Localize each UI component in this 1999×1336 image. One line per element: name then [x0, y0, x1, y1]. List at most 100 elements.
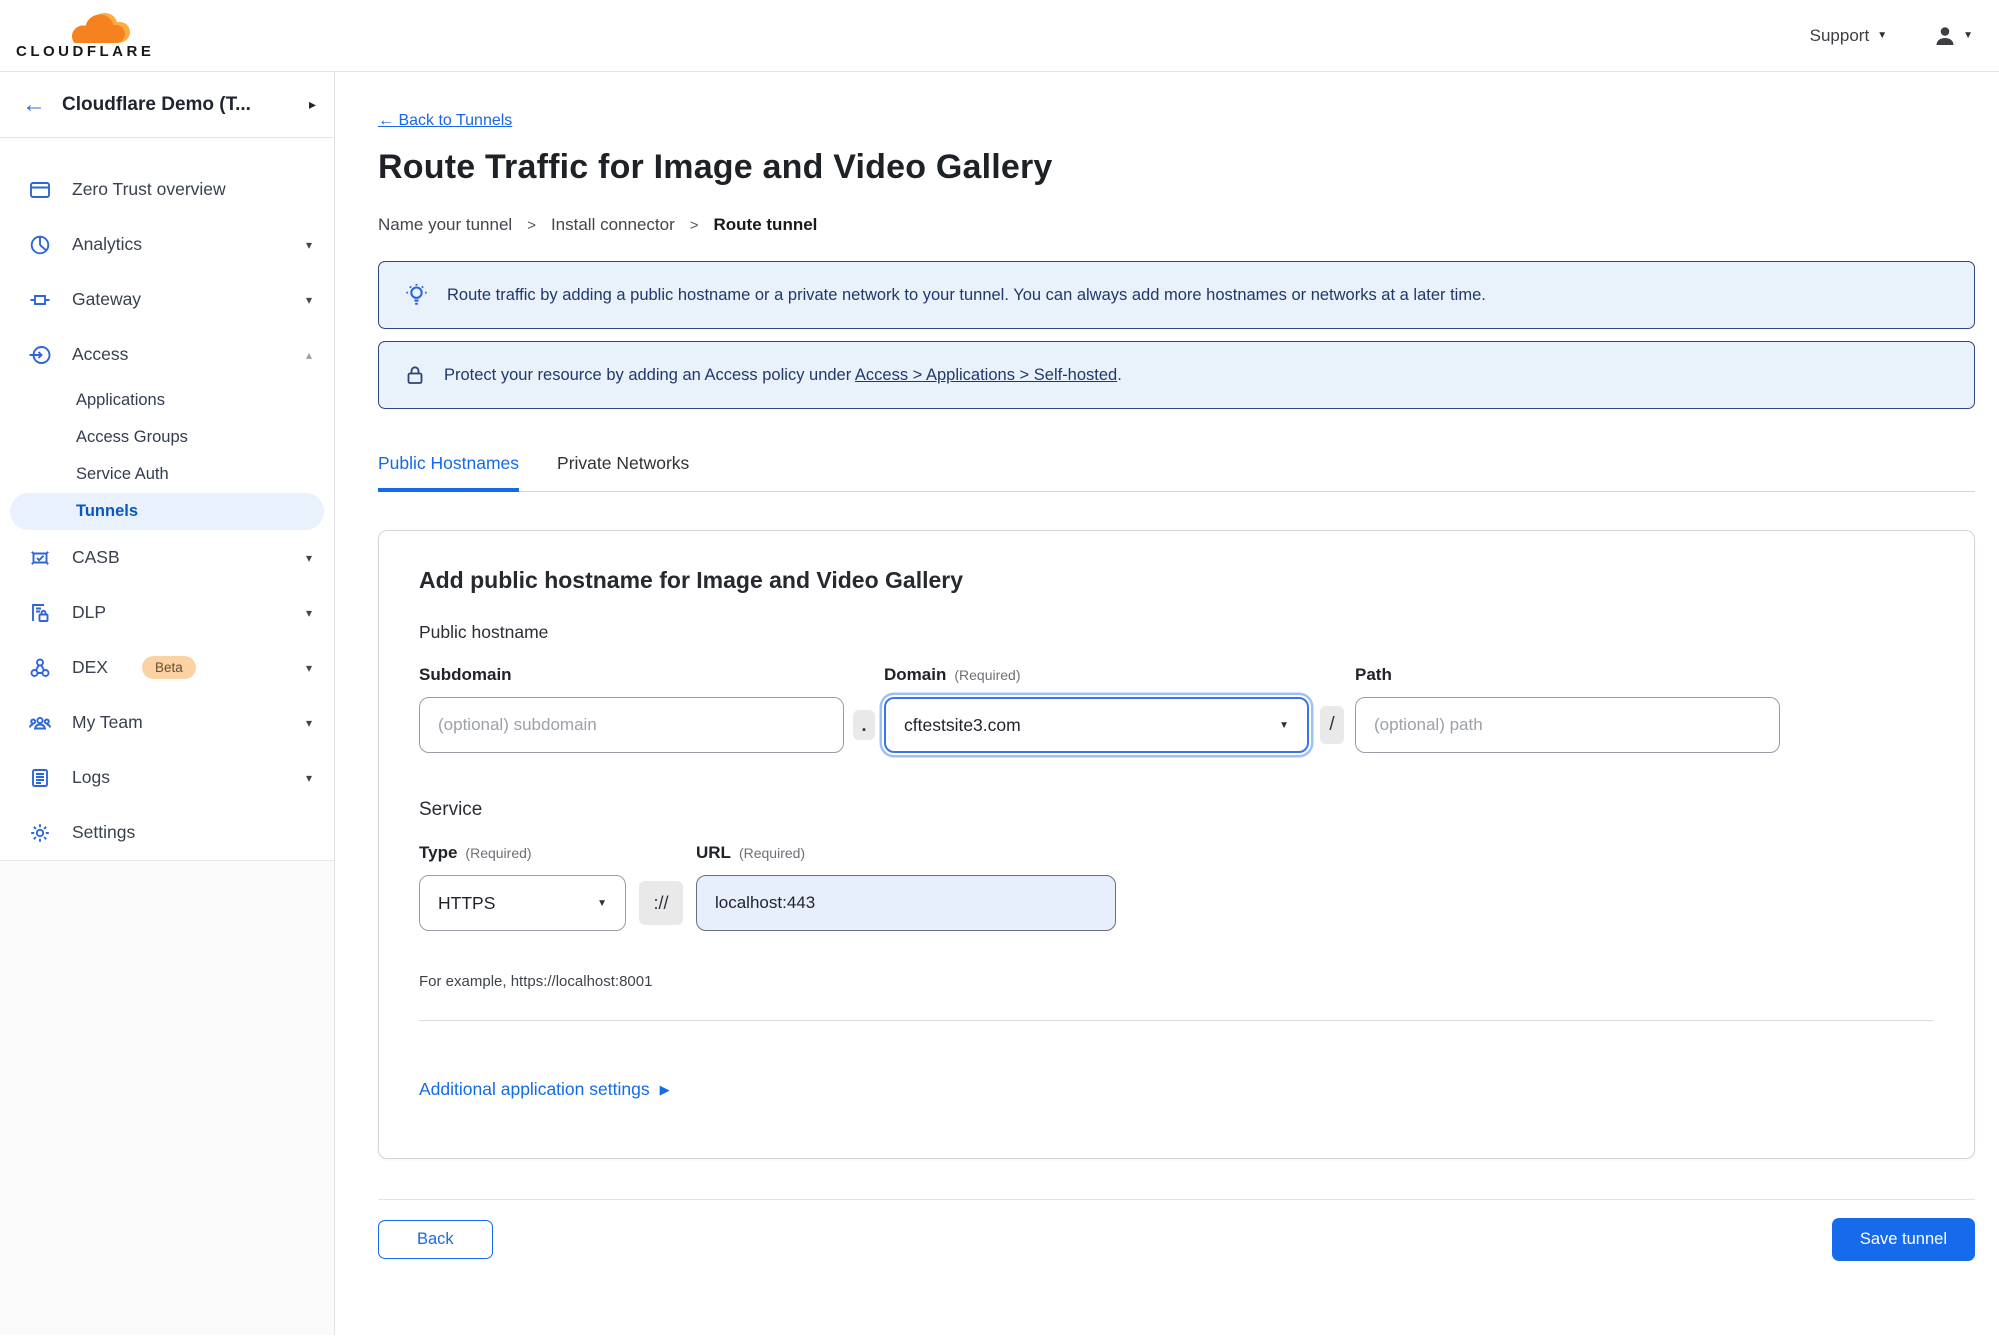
top-bar: CLOUDFLARE Support ▼ ▼ — [0, 0, 1999, 72]
subdomain-label: Subdomain — [419, 665, 512, 684]
account-name: Cloudflare Demo (T... — [62, 93, 251, 115]
user-avatar-icon — [1936, 26, 1954, 45]
access-policy-suffix: . — [1117, 365, 1122, 384]
lock-icon — [407, 366, 423, 384]
step-separator: > — [527, 216, 536, 234]
step-name-your-tunnel[interactable]: Name your tunnel — [378, 215, 512, 235]
sub-item-label: Service Auth — [76, 465, 169, 483]
back-button[interactable]: Back — [378, 1220, 493, 1259]
logs-icon — [28, 766, 52, 790]
sidebar-item-label: Settings — [72, 822, 136, 842]
save-tunnel-button[interactable]: Save tunnel — [1831, 1218, 1975, 1261]
sub-item-label: Applications — [76, 391, 165, 409]
chevron-down-icon: ▾ — [305, 660, 312, 675]
service-fields-row: Type (Required) HTTPS ▼ :// URL (Required) — [419, 843, 1934, 931]
chevron-down-icon: ▾ — [305, 550, 312, 565]
service-type-value: HTTPS — [438, 892, 496, 913]
step-install-connector[interactable]: Install connector — [551, 215, 675, 235]
scheme-separator: :// — [639, 881, 683, 925]
sidebar-item-access[interactable]: Access ▴ — [0, 327, 334, 382]
sidebar-item-dlp[interactable]: DLP ▾ — [0, 585, 334, 640]
expand-right-icon[interactable]: ▸ — [309, 96, 316, 113]
sub-item-label: Tunnels — [76, 502, 139, 520]
window-icon — [28, 178, 52, 202]
sidebar-item-label: CASB — [72, 547, 120, 567]
domain-select[interactable]: cftestsite3.com ▼ — [884, 697, 1309, 753]
service-type-select[interactable]: HTTPS ▼ — [419, 875, 626, 931]
access-policy-prefix: Protect your resource by adding an Acces… — [444, 365, 855, 384]
back-arrow-icon[interactable]: ← — [22, 92, 46, 117]
tip-banner-text: Route traffic by adding a public hostnam… — [447, 285, 1486, 304]
sidebar-item-zero-trust-overview[interactable]: Zero Trust overview — [0, 162, 334, 217]
access-icon — [28, 343, 52, 367]
public-hostname-label: Public hostname — [419, 622, 549, 642]
sidebar-item-analytics[interactable]: Analytics ▾ — [0, 217, 334, 272]
sidebar-item-my-team[interactable]: My Team ▾ — [0, 695, 334, 750]
dex-icon — [28, 656, 52, 680]
chevron-down-icon: ▾ — [305, 770, 312, 785]
domain-select-value: cftestsite3.com — [904, 714, 1021, 735]
footer-actions: Back Save tunnel — [378, 1218, 1975, 1261]
url-example-text: For example, https://localhost:8001 — [419, 973, 653, 990]
access-applications-self-hosted-link[interactable]: Access > Applications > Self-hosted — [855, 366, 1117, 384]
tab-private-networks[interactable]: Private Networks — [557, 453, 689, 491]
sidebar-item-label: Zero Trust overview — [72, 179, 226, 199]
step-separator: > — [689, 216, 699, 234]
service-label: Service — [419, 799, 483, 820]
required-note: (Required) — [465, 845, 532, 861]
sidebar-item-label: Gateway — [72, 289, 142, 309]
access-policy-text: Protect your resource by adding an Acces… — [444, 366, 1122, 385]
lightbulb-icon — [406, 283, 427, 305]
type-label-text: Type — [419, 843, 458, 862]
service-url-input[interactable] — [696, 875, 1116, 931]
analytics-icon — [28, 233, 52, 257]
main-content: ← Back to Tunnels Route Traffic for Imag… — [335, 72, 1999, 1335]
wizard-steps: Name your tunnel > Install connector > R… — [378, 215, 1975, 235]
tab-public-hostnames[interactable]: Public Hostnames — [378, 453, 520, 492]
chevron-up-icon: ▴ — [305, 347, 312, 362]
hostname-tabs: Public Hostnames Private Networks — [378, 453, 1975, 492]
additional-settings-label: Additional application settings — [419, 1079, 650, 1099]
type-label: Type (Required) — [419, 843, 626, 863]
support-label: Support — [1809, 25, 1870, 45]
sidebar-item-service-auth[interactable]: Service Auth — [0, 456, 334, 493]
required-note: (Required) — [738, 845, 806, 861]
path-input[interactable] — [1355, 697, 1780, 753]
sidebar: ← Cloudflare Demo (T... ▸ Zero Trust ove… — [0, 72, 335, 1335]
sidebar-item-applications[interactable]: Applications — [0, 382, 334, 419]
chevron-down-icon: ▾ — [305, 715, 312, 730]
support-menu[interactable]: Support ▼ — [1810, 26, 1887, 46]
chevron-down-icon: ▼ — [1877, 30, 1888, 41]
url-label-text: URL — [696, 843, 731, 862]
slash-separator: / — [1320, 706, 1344, 744]
back-to-tunnels-link[interactable]: ← Back to Tunnels — [378, 112, 512, 130]
casb-icon — [28, 546, 52, 570]
card-title: Add public hostname for Image and Video … — [419, 567, 964, 593]
sidebar-filler — [0, 860, 334, 1335]
sidebar-item-casb[interactable]: CASB ▾ — [0, 530, 334, 585]
sidebar-item-settings[interactable]: Settings — [0, 805, 334, 860]
access-policy-banner: Protect your resource by adding an Acces… — [378, 341, 1975, 409]
sidebar-item-access-groups[interactable]: Access Groups — [0, 419, 334, 456]
chevron-down-icon: ▾ — [305, 237, 312, 252]
subdomain-input[interactable] — [419, 697, 844, 753]
sidebar-item-label: Logs — [72, 767, 110, 787]
team-icon — [28, 711, 52, 735]
page-title: Route Traffic for Image and Video Galler… — [378, 148, 1053, 186]
cloudflare-cloud-icon — [72, 13, 130, 43]
user-menu[interactable]: ▼ — [1933, 24, 1973, 48]
sidebar-item-dex[interactable]: DEX Beta ▾ — [0, 640, 334, 695]
domain-label-text: Domain — [884, 665, 947, 684]
chevron-right-icon: ▶ — [659, 1081, 670, 1097]
path-label: Path — [1355, 665, 1392, 684]
sidebar-item-tunnels[interactable]: Tunnels — [10, 493, 324, 530]
public-hostname-card: Add public hostname for Image and Video … — [378, 530, 1975, 1159]
gateway-icon — [28, 288, 52, 312]
logo-wordmark: CLOUDFLARE — [16, 43, 155, 60]
sidebar-item-logs[interactable]: Logs ▾ — [0, 750, 334, 805]
sidebar-item-label: DEX — [72, 657, 108, 677]
additional-application-settings-toggle[interactable]: Additional application settings ▶ — [419, 1079, 670, 1100]
sub-item-label: Access Groups — [76, 428, 188, 446]
hostname-fields-row: Subdomain . Domain (Required) cftestsite3… — [419, 665, 1934, 753]
sidebar-item-gateway[interactable]: Gateway ▾ — [0, 272, 334, 327]
